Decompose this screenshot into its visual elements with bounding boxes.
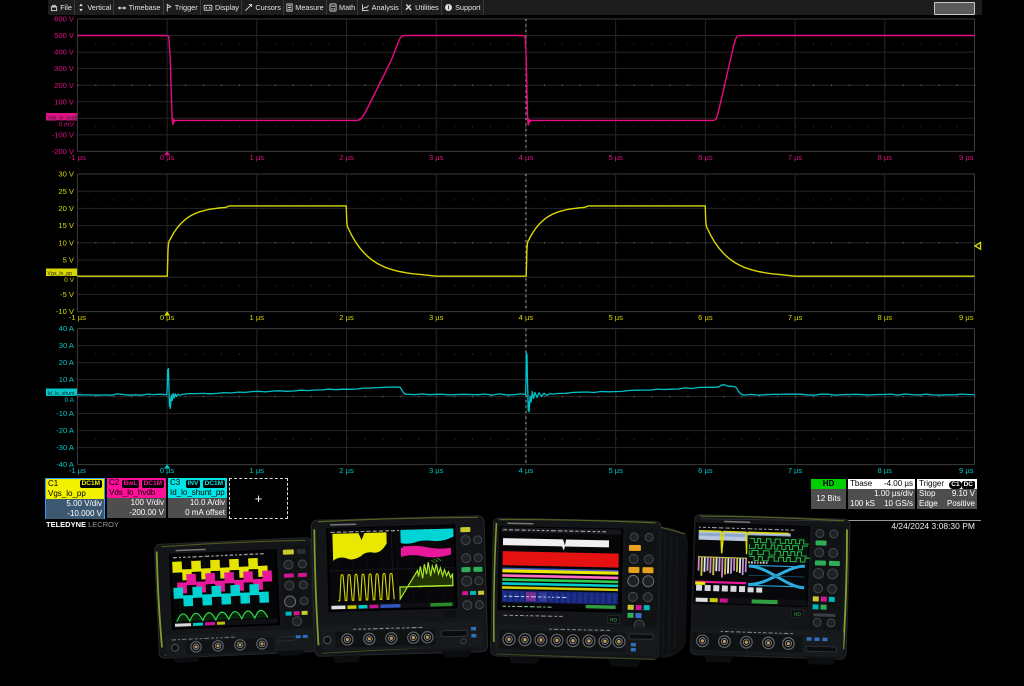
svg-text:200 V: 200 V — [54, 81, 75, 90]
svg-text:6 µs: 6 µs — [698, 153, 713, 162]
svg-text:-5 V: -5 V — [60, 290, 75, 299]
svg-text:-100 V: -100 V — [52, 131, 75, 140]
svg-text:1 µs: 1 µs — [250, 313, 265, 322]
svg-text:6 µs: 6 µs — [698, 313, 713, 322]
svg-text:5 µs: 5 µs — [608, 153, 623, 162]
svg-text:8 µs: 8 µs — [878, 153, 893, 162]
svg-text:4 µs: 4 µs — [519, 153, 534, 162]
svg-text:9 µs: 9 µs — [959, 153, 974, 162]
svg-text:-1 µs: -1 µs — [69, 153, 86, 162]
svg-text:400 V: 400 V — [54, 48, 75, 57]
svg-text:600 V: 600 V — [54, 15, 75, 24]
svg-text:5 µs: 5 µs — [608, 466, 623, 475]
svg-text:2 µs: 2 µs — [339, 153, 354, 162]
svg-text:4 µs: 4 µs — [519, 313, 534, 322]
svg-text:HD: HD — [794, 612, 802, 618]
svg-text:7 µs: 7 µs — [788, 313, 803, 322]
svg-text:0 mV: 0 mV — [59, 122, 75, 129]
svg-text:4 µs: 4 µs — [519, 466, 534, 475]
svg-text:8 µs: 8 µs — [878, 313, 893, 322]
svg-text:10 A: 10 A — [59, 375, 75, 384]
svg-text:3 µs: 3 µs — [429, 153, 444, 162]
svg-text:-1 µs: -1 µs — [69, 466, 86, 475]
svg-text:7 µs: 7 µs — [788, 466, 803, 475]
svg-text:2 µs: 2 µs — [339, 313, 354, 322]
svg-text:Vgs_lo_pp: Vgs_lo_pp — [48, 271, 73, 277]
svg-text:2 µs: 2 µs — [339, 466, 354, 475]
svg-text:3 µs: 3 µs — [429, 313, 444, 322]
svg-text:Vds_lo_hvdb: Vds_lo_hvdb — [48, 116, 78, 122]
svg-text:30 A: 30 A — [59, 341, 75, 350]
svg-text:40 A: 40 A — [59, 324, 75, 333]
svg-text:1 µs: 1 µs — [250, 466, 265, 475]
svg-text:-20 A: -20 A — [56, 426, 75, 435]
svg-text:-30 A: -30 A — [56, 443, 75, 452]
svg-text:5 V: 5 V — [63, 256, 75, 265]
svg-text:500 V: 500 V — [54, 31, 75, 40]
svg-text:9 µs: 9 µs — [959, 313, 974, 322]
svg-text:9 µs: 9 µs — [959, 466, 974, 475]
svg-text:30 V: 30 V — [58, 170, 75, 179]
svg-text:100 V: 100 V — [54, 97, 75, 106]
svg-text:7 µs: 7 µs — [788, 153, 803, 162]
svg-text:25 V: 25 V — [58, 187, 75, 196]
svg-text:10 V: 10 V — [58, 238, 75, 247]
svg-text:-1 µs: -1 µs — [69, 313, 86, 322]
svg-text:0 µs: 0 µs — [160, 466, 175, 475]
svg-text:20 V: 20 V — [58, 204, 75, 213]
svg-text:3 µs: 3 µs — [429, 466, 444, 475]
svg-text:HD: HD — [610, 617, 618, 623]
svg-text:20 A: 20 A — [59, 358, 75, 367]
svg-text:5 µs: 5 µs — [608, 313, 623, 322]
svg-text:6 µs: 6 µs — [698, 466, 713, 475]
svg-text:8 µs: 8 µs — [878, 466, 893, 475]
svg-text:0 µs: 0 µs — [160, 153, 175, 162]
svg-text:1 µs: 1 µs — [250, 153, 265, 162]
svg-text:0 A: 0 A — [64, 397, 74, 404]
svg-text:0 V: 0 V — [64, 277, 74, 284]
svg-text:15 V: 15 V — [58, 221, 75, 230]
svg-text:300 V: 300 V — [54, 64, 75, 73]
svg-text:-10 A: -10 A — [56, 409, 75, 418]
svg-text:0 µs: 0 µs — [160, 313, 175, 322]
